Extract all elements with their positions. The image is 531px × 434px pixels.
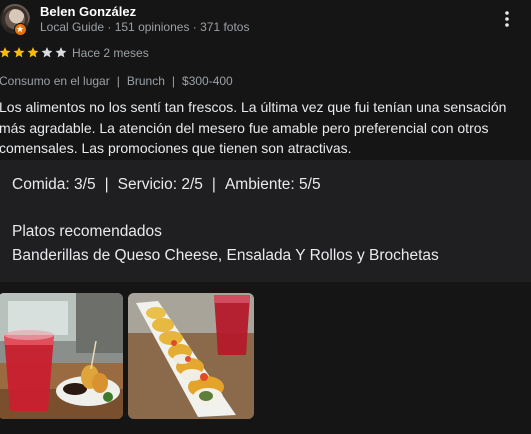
review-text: Los alimentos no los sentí tan frescos. … (0, 99, 507, 156)
attribute-separator: | (171, 74, 176, 88)
dishes-title: Platos recomendados (12, 223, 162, 240)
subratings: Comida: 3/5 | Servicio: 2/5 | Ambiente: 5/5 (12, 176, 321, 194)
star-empty-icon (55, 47, 67, 58)
author-avatar[interactable] (0, 4, 30, 36)
review-photo-2[interactable] (128, 293, 254, 419)
review-attributes: Consumo en el lugar | Brunch | $300-400 (0, 74, 233, 88)
subrating-separator: | (211, 176, 216, 193)
review-attribute: Brunch (126, 74, 165, 88)
review-attribute: Consumo en el lugar (0, 74, 110, 88)
star-filled-icon (0, 47, 11, 58)
author-name[interactable]: Belen González (40, 4, 136, 19)
star-filled-icon (13, 47, 25, 58)
dishes-list: Banderillas de Queso Cheese, Ensalada Y … (12, 247, 439, 264)
star-empty-icon (41, 47, 53, 58)
author-meta: Local Guide · 151 opiniones · 371 fotos (40, 20, 250, 34)
photo-drink-and-banderillas (0, 293, 123, 419)
attribute-separator: | (116, 74, 120, 88)
review-photo-1[interactable] (0, 293, 123, 419)
more-vert-icon (505, 11, 509, 27)
subrating: Ambiente: 5/5 (224, 176, 321, 193)
review-attribute: $300-400 (182, 74, 233, 88)
local-guide-badge-icon (14, 23, 27, 36)
subrating: Comida: 3/5 (12, 176, 96, 193)
review-time: Hace 2 meses (72, 46, 149, 60)
subrating-separator: | (104, 176, 109, 193)
more-options-button[interactable] (496, 6, 518, 32)
review-card: Belen González Local Guide · 151 opinion… (0, 0, 531, 434)
subrating: Servicio: 2/5 (117, 176, 203, 193)
star-rating (0, 46, 68, 59)
star-filled-icon (27, 47, 39, 58)
photo-sushi-rolls (128, 293, 254, 419)
